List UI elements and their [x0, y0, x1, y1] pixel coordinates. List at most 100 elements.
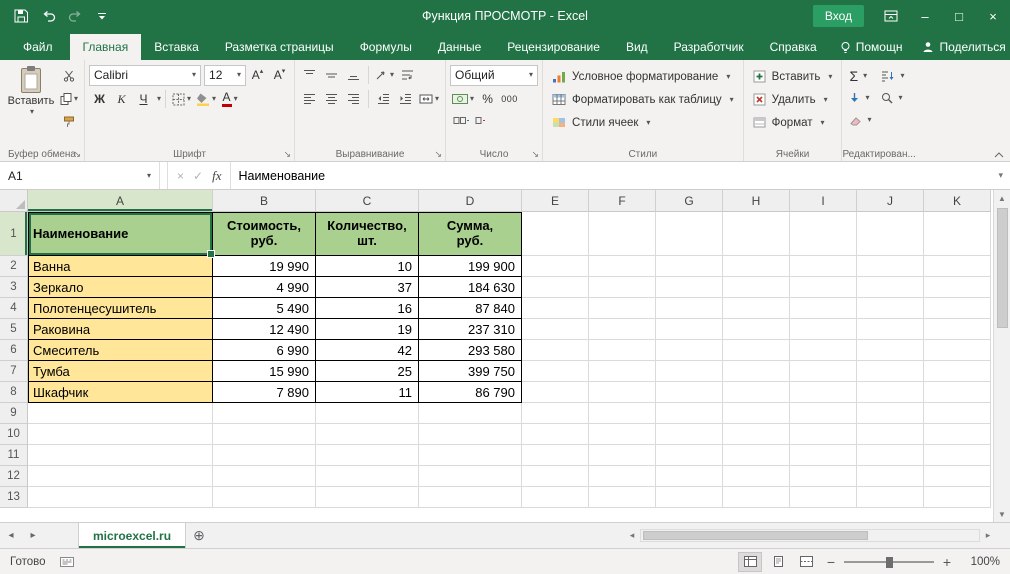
cell-E4[interactable] [522, 298, 589, 319]
cell-K2[interactable] [924, 256, 991, 277]
cell-F7[interactable] [589, 361, 656, 382]
share-button[interactable]: Поделиться [912, 34, 1010, 60]
horizontal-scrollbar[interactable]: ◂ ▸ [624, 529, 996, 542]
cell-C10[interactable] [316, 424, 419, 445]
cell-D5[interactable]: 237 310 [419, 319, 522, 340]
cell-D13[interactable] [419, 487, 522, 508]
cell-C8[interactable]: 11 [316, 382, 419, 403]
redo-icon[interactable] [62, 3, 88, 29]
tab-file[interactable]: Файл [6, 34, 70, 60]
cell-J9[interactable] [857, 403, 924, 424]
cell-H9[interactable] [723, 403, 790, 424]
cell-A12[interactable] [28, 466, 213, 487]
clipboard-dialog-launcher-icon[interactable]: ↘ [73, 150, 81, 159]
cell-I4[interactable] [790, 298, 857, 319]
cell-K4[interactable] [924, 298, 991, 319]
collapse-ribbon-icon[interactable] [994, 152, 1004, 158]
cell-D1[interactable]: Сумма, руб. [419, 212, 522, 256]
cell-E1[interactable] [522, 212, 589, 256]
cell-H4[interactable] [723, 298, 790, 319]
column-header-C[interactable]: C [316, 190, 419, 212]
cell-B13[interactable] [213, 487, 316, 508]
assistant-tab[interactable]: Помощн [830, 34, 913, 60]
cell-H13[interactable] [723, 487, 790, 508]
cell-E8[interactable] [522, 382, 589, 403]
cell-F6[interactable] [589, 340, 656, 361]
row-header-3[interactable]: 3 [0, 277, 28, 298]
cell-G9[interactable] [656, 403, 723, 424]
align-middle-icon[interactable] [321, 65, 342, 86]
cell-I10[interactable] [790, 424, 857, 445]
row-header-1[interactable]: 1 [0, 212, 28, 256]
percent-style-button[interactable]: % [477, 89, 498, 110]
cell-J8[interactable] [857, 382, 924, 403]
increase-font-size-icon[interactable]: А ▴ [247, 65, 268, 86]
cell-D11[interactable] [419, 445, 522, 466]
name-box[interactable]: A1 ▾ [0, 162, 160, 189]
cell-I11[interactable] [790, 445, 857, 466]
cell-B1[interactable]: Стоимость, руб. [213, 212, 316, 256]
cell-H3[interactable] [723, 277, 790, 298]
row-header-4[interactable]: 4 [0, 298, 28, 319]
formula-input[interactable]: Наименование [231, 162, 991, 189]
accounting-format-icon[interactable]: ▾ [450, 89, 476, 110]
delete-cells-button[interactable]: Удалить ▾ [748, 88, 838, 111]
align-right-icon[interactable] [343, 89, 364, 110]
signin-button[interactable]: Вход [812, 5, 864, 27]
cell-G8[interactable] [656, 382, 723, 403]
scroll-left-icon[interactable]: ◂ [624, 530, 640, 541]
minimize-icon[interactable]: – [908, 0, 942, 32]
cell-G6[interactable] [656, 340, 723, 361]
cut-button[interactable] [58, 65, 80, 86]
cell-H11[interactable] [723, 445, 790, 466]
cell-J2[interactable] [857, 256, 924, 277]
qat-customize-icon[interactable] [89, 3, 115, 29]
sort-filter-button[interactable]: ▾ [878, 65, 907, 87]
column-header-G[interactable]: G [656, 190, 723, 212]
column-header-K[interactable]: K [924, 190, 991, 212]
cell-E2[interactable] [522, 256, 589, 277]
cell-D3[interactable]: 184 630 [419, 277, 522, 298]
cell-C3[interactable]: 37 [316, 277, 419, 298]
font-color-icon[interactable]: А ▾ [219, 89, 240, 110]
cell-J7[interactable] [857, 361, 924, 382]
cell-I9[interactable] [790, 403, 857, 424]
autosum-button[interactable]: Σ ▾ [846, 65, 874, 87]
format-painter-icon[interactable] [58, 111, 80, 132]
cell-K9[interactable] [924, 403, 991, 424]
fill-color-icon[interactable]: ▾ [194, 89, 218, 110]
zoom-slider-thumb[interactable] [886, 556, 893, 568]
font-size-select[interactable]: 12 ▾ [204, 64, 247, 86]
cell-J3[interactable] [857, 277, 924, 298]
close-icon[interactable]: × [976, 0, 1010, 32]
cell-K8[interactable] [924, 382, 991, 403]
cancel-icon[interactable]: × [177, 169, 184, 183]
cell-B7[interactable]: 15 990 [213, 361, 316, 382]
cell-A1[interactable]: Наименование [28, 212, 215, 258]
fill-button[interactable]: ▾ [846, 87, 874, 109]
copy-button[interactable]: ▾ [58, 88, 80, 109]
cell-I1[interactable] [790, 212, 857, 256]
column-header-H[interactable]: H [723, 190, 790, 212]
tab-page-layout[interactable]: Разметка страницы [212, 34, 347, 60]
cell-A7[interactable]: Тумба [28, 361, 213, 382]
cell-A3[interactable]: Зеркало [28, 277, 213, 298]
zoom-slider[interactable] [844, 555, 934, 569]
cell-K13[interactable] [924, 487, 991, 508]
column-header-I[interactable]: I [790, 190, 857, 212]
decrease-decimal-icon[interactable] [472, 112, 493, 128]
insert-cells-button[interactable]: Вставить ▾ [748, 65, 838, 88]
cell-E11[interactable] [522, 445, 589, 466]
cell-D10[interactable] [419, 424, 522, 445]
cell-B3[interactable]: 4 990 [213, 277, 316, 298]
tab-insert[interactable]: Вставка [141, 34, 212, 60]
horizontal-scroll-thumb[interactable] [643, 531, 868, 540]
row-header-6[interactable]: 6 [0, 340, 28, 361]
column-header-F[interactable]: F [589, 190, 656, 212]
cell-B5[interactable]: 12 490 [213, 319, 316, 340]
cell-B9[interactable] [213, 403, 316, 424]
cell-I12[interactable] [790, 466, 857, 487]
cell-H6[interactable] [723, 340, 790, 361]
cell-A11[interactable] [28, 445, 213, 466]
cell-H1[interactable] [723, 212, 790, 256]
